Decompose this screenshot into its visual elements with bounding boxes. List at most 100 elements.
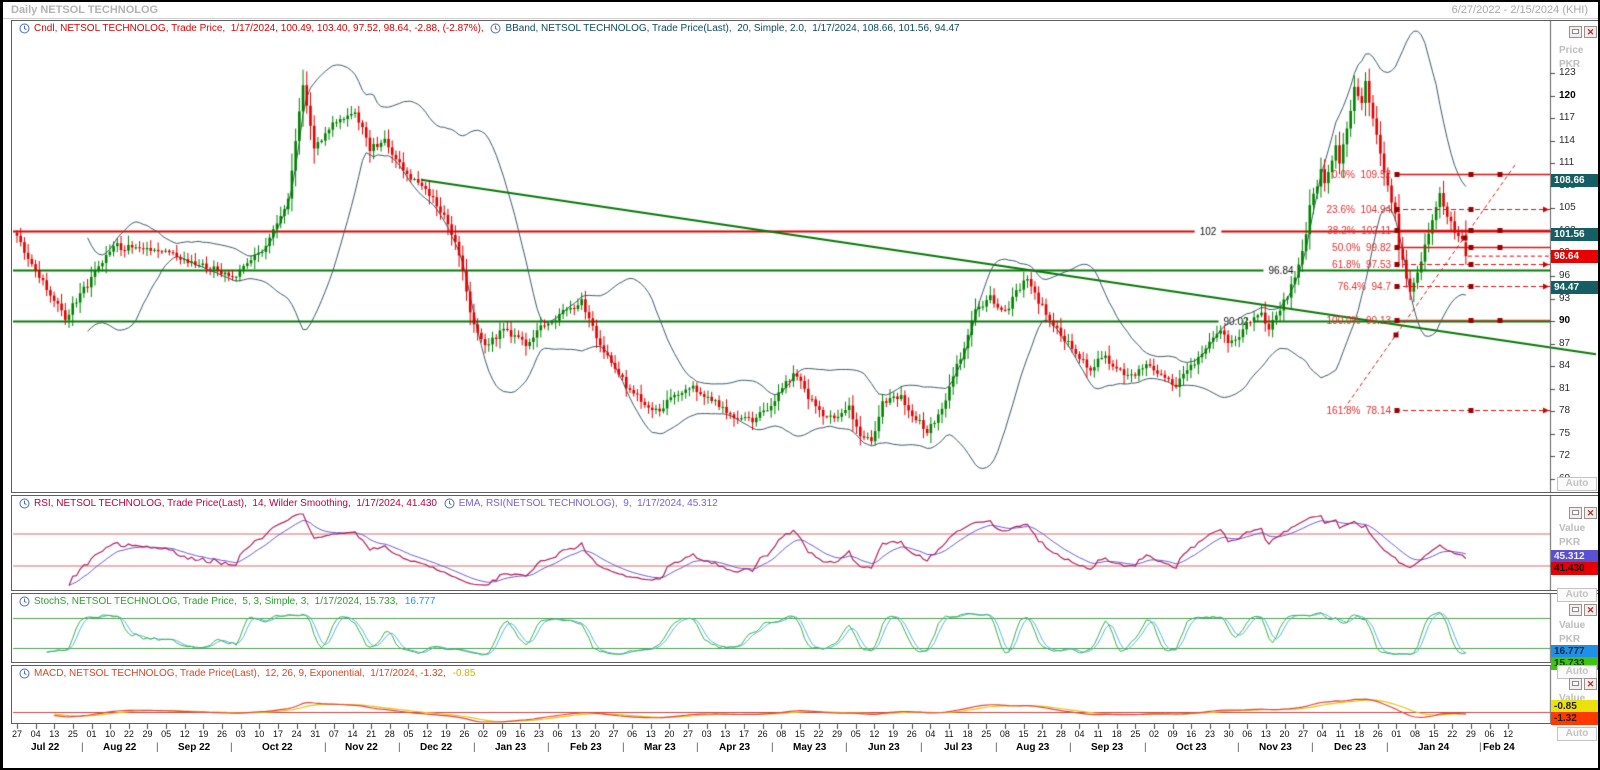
chart-window: Daily NETSOL TECHNOLOG 6/27/2022 - 2/15/…	[0, 0, 1600, 770]
xaxis-date-label: 08	[772, 729, 790, 739]
xaxis-date-label: 03	[232, 729, 250, 739]
xaxis-date-label: 23	[530, 729, 548, 739]
close-icon[interactable]: ✕	[1584, 26, 1597, 38]
price-auto-button[interactable]: Auto	[1557, 477, 1597, 491]
series-options-icon[interactable]	[444, 498, 455, 509]
rsi-auto-button[interactable]: Auto	[1557, 588, 1597, 602]
xaxis-month-separator: |	[324, 742, 327, 753]
xaxis-date-label: 26	[1369, 729, 1387, 739]
xaxis-date-label: 01	[1387, 729, 1405, 739]
xaxis-date-label: 15	[791, 729, 809, 739]
xaxis-month-label: Jan 24	[1418, 742, 1449, 753]
xaxis-month-label: Feb 23	[570, 742, 602, 753]
xaxis-date-label: 25	[977, 729, 995, 739]
xaxis-month-label: Sep 23	[1091, 742, 1123, 753]
xaxis-date-label: 04	[1313, 729, 1331, 739]
xaxis-month-label: Dec 23	[1334, 742, 1366, 753]
xaxis-date-label: 02	[1145, 729, 1163, 739]
price-axis-tick: 120	[1559, 90, 1576, 101]
price-axis-tick: 90	[1559, 315, 1570, 326]
bband-legend-text: BBand, NETSOL TECHNOLOG, Trade Price(Las…	[505, 23, 959, 34]
price-axis-tick: 81	[1559, 383, 1570, 394]
macd-auto-button[interactable]: Auto	[1557, 727, 1597, 741]
stoch-axis-title: ValuePKR	[1559, 619, 1585, 647]
macd-signal-value: -0.85	[453, 668, 476, 679]
restore-icon[interactable]	[1569, 604, 1582, 616]
xaxis-month-label: Aug 22	[103, 742, 136, 753]
series-options-icon[interactable]	[490, 23, 501, 34]
xaxis-date-label: 11	[940, 729, 958, 739]
xaxis-month-label: May 23	[793, 742, 826, 753]
xaxis-date-label: 16	[1182, 729, 1200, 739]
series-options-icon[interactable]	[19, 668, 30, 679]
xaxis-date-label: 06	[1238, 729, 1256, 739]
xaxis-date-label: 29	[1462, 729, 1480, 739]
xaxis-month-separator: |	[920, 742, 923, 753]
xaxis-date-label: 27	[1294, 729, 1312, 739]
xaxis-date-label: 25	[1126, 729, 1144, 739]
xaxis-date-label: 19	[437, 729, 455, 739]
rsi-panel	[11, 495, 1600, 591]
xaxis-date-label: 25	[64, 729, 82, 739]
xaxis-date-label: 21	[362, 729, 380, 739]
stoch-auto-button[interactable]: Auto	[1557, 665, 1597, 679]
series-options-icon[interactable]	[19, 596, 30, 607]
series-options-icon[interactable]	[19, 498, 30, 509]
xaxis-date-label: 31	[306, 729, 324, 739]
xaxis-date-label: 09	[493, 729, 511, 739]
restore-icon[interactable]	[1569, 26, 1582, 38]
xaxis-month-separator: |	[1311, 742, 1314, 753]
xaxis-date-label: 03	[698, 729, 716, 739]
price-value-label: 101.56	[1551, 228, 1599, 241]
xaxis-month-separator: |	[547, 742, 550, 753]
xaxis-date-label: 15	[1425, 729, 1443, 739]
xaxis-date-label: 27	[604, 729, 622, 739]
xaxis-month-label: Mar 23	[644, 742, 676, 753]
xaxis-date-label: 12	[1499, 729, 1517, 739]
rsi-value-label: 41.430	[1551, 562, 1599, 575]
rsi-legend-text: RSI, NETSOL TECHNOLOG, Trade Price(Last)…	[34, 498, 440, 509]
xaxis-month-label: Jan 23	[495, 742, 526, 753]
xaxis-date-label: 26	[903, 729, 921, 739]
xaxis-month-separator: |	[696, 742, 699, 753]
xaxis-date-label: 04	[27, 729, 45, 739]
close-icon[interactable]: ✕	[1584, 604, 1597, 616]
xaxis-month-label: Jun 23	[868, 742, 900, 753]
xaxis-date-label: 19	[884, 729, 902, 739]
xaxis-date-label: 22	[1443, 729, 1461, 739]
xaxis-month-label: Feb 24	[1483, 742, 1515, 753]
xaxis-date-label: 29	[138, 729, 156, 739]
price-axis-tick: 87	[1559, 338, 1570, 349]
xaxis-date-label: 18	[1108, 729, 1126, 739]
xaxis-date-label: 08	[1406, 729, 1424, 739]
xaxis-date-label: 22	[810, 729, 828, 739]
date-range-label: 6/27/2022 - 2/15/2024 (KHI)	[1452, 4, 1588, 16]
restore-icon[interactable]	[1569, 678, 1582, 690]
xaxis-month-separator: |	[156, 742, 159, 753]
xaxis-date-label: 27	[8, 729, 26, 739]
xaxis-date-label: 18	[1350, 729, 1368, 739]
xaxis-month-separator: |	[81, 742, 84, 753]
xaxis-date-label: 13	[567, 729, 585, 739]
xaxis-month-separator: |	[1479, 742, 1482, 753]
rsi-axis-title: ValuePKR	[1559, 522, 1585, 550]
price-axis-tick: 78	[1559, 405, 1570, 416]
macd-legend: MACD, NETSOL TECHNOLOG, Trade Price(Last…	[19, 668, 475, 679]
price-axis-tick: 84	[1559, 360, 1570, 371]
xaxis-date-label: 28	[1052, 729, 1070, 739]
price-axis-tick: 111	[1559, 157, 1574, 168]
xaxis-date-label: 22	[120, 729, 138, 739]
xaxis-date-label: 19	[194, 729, 212, 739]
price-axis-tick: 105	[1559, 202, 1576, 213]
xaxis-date-label: 10	[101, 729, 119, 739]
xaxis-date-label: 09	[1164, 729, 1182, 739]
close-icon[interactable]: ✕	[1584, 678, 1597, 690]
xaxis-month-separator: |	[398, 742, 401, 753]
restore-icon[interactable]	[1569, 507, 1582, 519]
close-icon[interactable]: ✕	[1584, 507, 1597, 519]
xaxis-date-label: 28	[381, 729, 399, 739]
xaxis-date-label: 11	[1331, 729, 1349, 739]
xaxis-date-label: 11	[1089, 729, 1107, 739]
xaxis-date-label: 13	[716, 729, 734, 739]
series-options-icon[interactable]	[19, 23, 30, 34]
